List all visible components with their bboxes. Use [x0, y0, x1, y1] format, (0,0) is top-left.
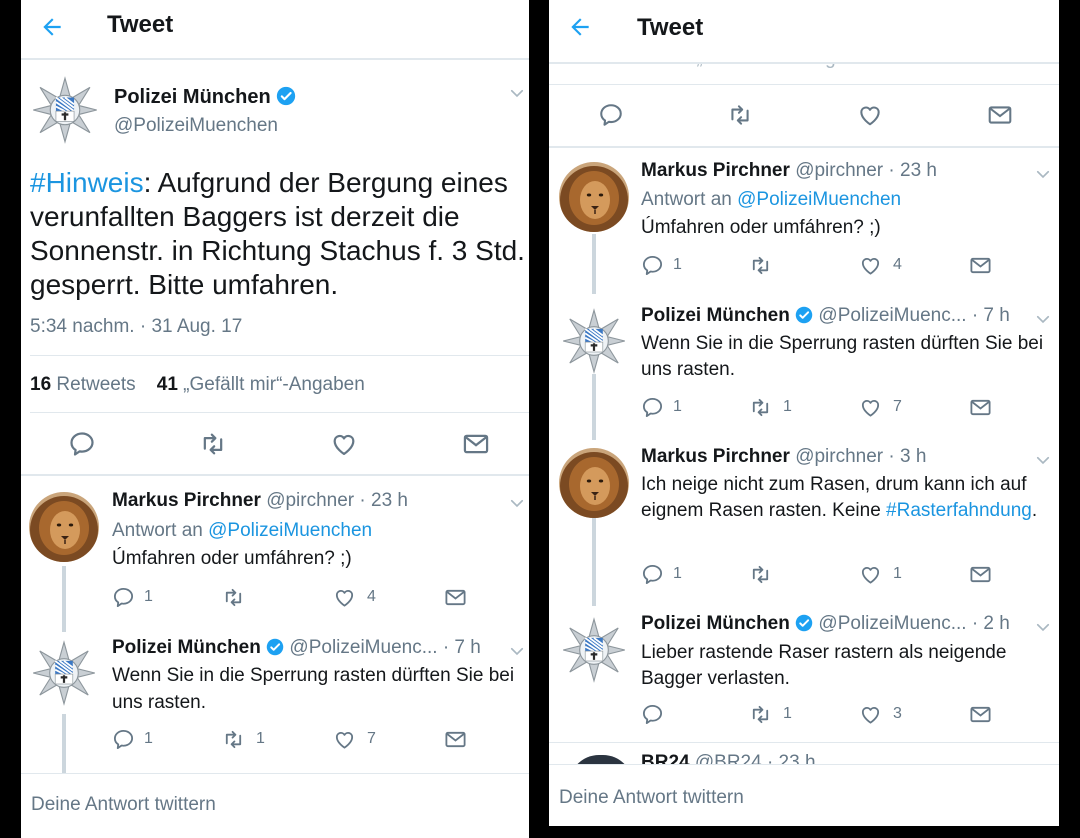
page-title: Tweet	[637, 14, 704, 41]
like-icon[interactable]: 7	[859, 396, 902, 424]
back-arrow-icon[interactable]	[39, 14, 65, 40]
reply-icon[interactable]: 1	[641, 254, 682, 282]
retweet-icon[interactable]: 1	[749, 703, 792, 731]
left-screenshot-panel: Tweet Polizei München @PolizeiMuenchen #…	[21, 0, 529, 838]
message-icon[interactable]	[969, 563, 992, 591]
retweet-icon[interactable]	[749, 563, 772, 591]
divider	[549, 146, 1059, 148]
author-handle[interactable]: @PolizeiMuenchen	[114, 115, 278, 137]
message-icon[interactable]	[969, 703, 992, 731]
app-bar: Tweet	[549, 0, 1059, 64]
message-icon[interactable]	[462, 430, 490, 463]
reply-text: Úmfahren oder umfáhren? ;)	[112, 548, 352, 569]
hashtag-link[interactable]: #Hinweis	[30, 167, 144, 198]
reply-text: Wenn Sie in die Sperrung rasten dürften …	[641, 333, 1044, 380]
author-name[interactable]: Polizei München	[114, 86, 271, 108]
chevron-down-icon[interactable]	[1034, 310, 1052, 333]
divider	[549, 84, 1059, 85]
like-icon[interactable]: 3	[859, 703, 902, 731]
retweet-icon[interactable]	[727, 102, 753, 133]
reply-header: Markus Pirchner @pirchner · 23 h	[112, 490, 408, 511]
divider	[30, 355, 529, 356]
reply-to-line: Antwort an @PolizeiMuenchen	[641, 189, 902, 210]
reply-icon[interactable]	[68, 430, 96, 463]
thread-line	[592, 516, 596, 606]
police-star-logo[interactable]	[31, 76, 99, 149]
message-icon[interactable]	[969, 396, 992, 424]
chevron-down-icon[interactable]	[508, 494, 526, 517]
chevron-down-icon[interactable]	[508, 84, 526, 107]
like-icon[interactable]	[857, 102, 883, 133]
reply-header: Polizei München @PolizeiMuenc... · 7 h	[112, 637, 481, 658]
reply-icon[interactable]	[641, 703, 664, 731]
app-bar: Tweet	[21, 0, 529, 60]
verified-badge-icon	[276, 86, 296, 112]
compose-placeholder[interactable]: Deine Antwort twittern	[31, 794, 216, 816]
back-arrow-icon[interactable]	[567, 14, 593, 40]
reply-text: Lieber rastende Raser rastern als neigen…	[641, 642, 1007, 689]
author-line: Polizei München	[114, 86, 296, 112]
retweet-icon[interactable]: 1	[749, 396, 792, 424]
reply-to-line: Antwort an @PolizeiMuenchen	[112, 520, 373, 541]
compose-placeholder[interactable]: Deine Antwort twittern	[559, 787, 744, 809]
reply-icon[interactable]	[598, 102, 624, 133]
reply-text: Ich neige nicht zum Rasen, drum kann ich…	[641, 474, 1038, 521]
lion-avatar[interactable]	[559, 448, 629, 518]
message-icon[interactable]	[444, 586, 467, 614]
like-icon[interactable]: 7	[333, 728, 376, 756]
retweet-icon[interactable]: 1	[222, 728, 265, 756]
reply-icon[interactable]: 1	[112, 586, 153, 614]
reply-icon[interactable]: 1	[112, 728, 153, 756]
reply-icon[interactable]: 1	[641, 563, 682, 591]
tweet-timestamp: 5:34 nachm. · 31 Aug. 17	[30, 316, 243, 337]
retweet-icon[interactable]	[199, 430, 227, 463]
message-icon[interactable]	[969, 254, 992, 282]
chevron-down-icon[interactable]	[1034, 618, 1052, 641]
lion-avatar[interactable]	[559, 162, 629, 232]
message-icon[interactable]	[444, 728, 467, 756]
thread-line	[62, 566, 66, 632]
lion-avatar[interactable]	[29, 492, 99, 562]
divider	[549, 742, 1059, 743]
police-star-logo[interactable]	[561, 617, 627, 688]
retweet-icon[interactable]	[222, 586, 245, 614]
like-icon[interactable]: 4	[333, 586, 376, 614]
reply-text: Wenn Sie in die Sperrung rasten dürften …	[112, 665, 515, 713]
compose-reply-bar[interactable]: Deine Antwort twittern	[21, 773, 529, 833]
reply-header: Polizei München @PolizeiMuenc... · 7 h	[641, 305, 1010, 326]
police-star-logo[interactable]	[31, 640, 97, 711]
chevron-down-icon[interactable]	[1034, 165, 1052, 188]
message-icon[interactable]	[987, 102, 1013, 133]
divider	[21, 474, 529, 476]
thread-line	[62, 714, 66, 774]
like-icon[interactable]: 4	[859, 254, 902, 282]
right-screenshot-panel: Tweet 16 Retweets 41 „Gefällt mir“-Angab…	[549, 0, 1059, 826]
divider	[30, 412, 529, 413]
reply-header: Markus Pirchner @pirchner · 23 h	[641, 160, 937, 181]
thread-line	[592, 374, 596, 440]
page-title: Tweet	[107, 11, 174, 38]
police-star-logo[interactable]	[561, 308, 627, 379]
like-stat[interactable]: 41 „Gefällt mir“-Angaben	[157, 374, 365, 395]
thread-line	[592, 234, 596, 294]
like-icon[interactable]: 1	[859, 563, 902, 591]
reply-header: Markus Pirchner @pirchner · 3 h	[641, 446, 927, 467]
retweet-stat[interactable]: 16 Retweets	[30, 374, 136, 395]
tweet-stats: 16 Retweets 41 „Gefällt mir“-Angaben	[30, 374, 365, 396]
reply-text: Úmfahren oder umfáhren? ;)	[641, 217, 881, 238]
hashtag-link[interactable]: #Rasterfahndung	[886, 500, 1032, 521]
reply-header: Polizei München @PolizeiMuenc... · 2 h	[641, 613, 1010, 634]
tweet-text: #Hinweis: Aufgrund der Bergung eines ver…	[30, 167, 525, 300]
reply-icon[interactable]: 1	[641, 396, 682, 424]
compose-reply-bar[interactable]: Deine Antwort twittern	[549, 764, 1059, 826]
chevron-down-icon[interactable]	[1034, 451, 1052, 474]
retweet-icon[interactable]	[749, 254, 772, 282]
like-icon[interactable]	[330, 430, 358, 463]
